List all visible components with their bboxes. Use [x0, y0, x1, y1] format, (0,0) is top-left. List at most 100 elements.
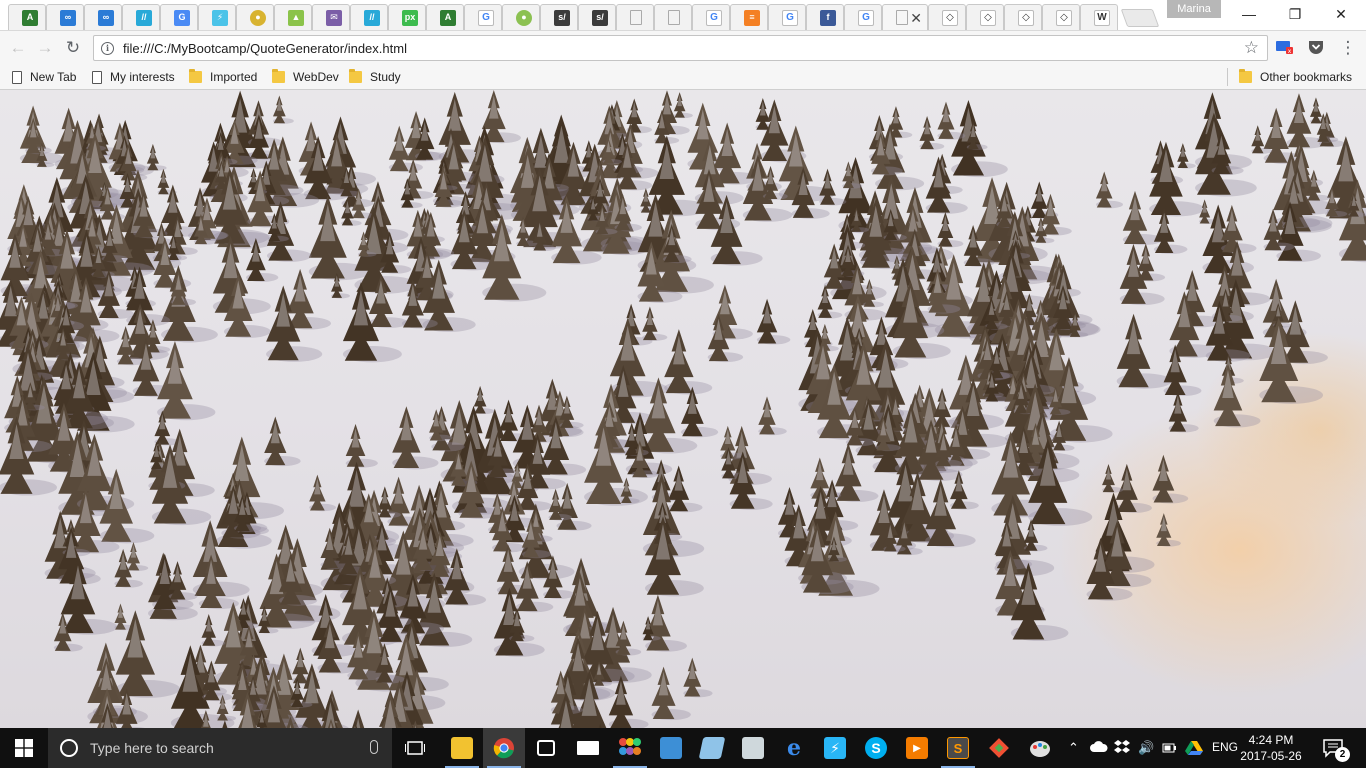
- facebook-icon: f: [820, 9, 836, 26]
- clock[interactable]: 4:24 PM 2017-05-26: [1236, 732, 1306, 764]
- browser-tab[interactable]: A: [426, 4, 464, 30]
- infinity-icon: ∞: [60, 9, 76, 26]
- search-placeholder: Type here to search: [90, 740, 214, 756]
- browser-tab[interactable]: ◇: [966, 4, 1004, 30]
- menu-button[interactable]: ⋮: [1337, 37, 1359, 59]
- reload-button[interactable]: ↻: [62, 37, 84, 59]
- tree-shape: [556, 482, 592, 531]
- url-text[interactable]: file:///C:/MyBootcamp/QuoteGenerator/ind…: [123, 41, 407, 56]
- tree-shape: [642, 473, 705, 558]
- browser-tab[interactable]: s/: [578, 4, 616, 30]
- close-window-button[interactable]: ✕: [1318, 0, 1364, 28]
- store-bag-icon: [537, 740, 555, 756]
- browser-tab[interactable]: //: [122, 4, 160, 30]
- browser-tab[interactable]: G: [160, 4, 198, 30]
- taskbar-app-paint[interactable]: [1019, 728, 1061, 768]
- browser-tab[interactable]: [654, 4, 692, 30]
- google-drive-icon[interactable]: [1185, 740, 1203, 756]
- taskbar-skype[interactable]: S: [855, 728, 897, 768]
- taskbar-app-preview[interactable]: [732, 728, 774, 768]
- image-preview-icon: [742, 737, 764, 759]
- browser-tab[interactable]: //: [350, 4, 388, 30]
- browser-tab[interactable]: ◇: [1004, 4, 1042, 30]
- browser-tab[interactable]: [616, 4, 654, 30]
- profile-name: Marina: [1177, 3, 1211, 15]
- taskbar-app-blue-card[interactable]: [650, 728, 692, 768]
- browser-tab[interactable]: ◇: [928, 4, 966, 30]
- browser-tab[interactable]: ≡: [730, 4, 768, 30]
- taskbar-sublime-text[interactable]: S: [937, 728, 979, 768]
- restore-button[interactable]: ❐: [1272, 0, 1318, 28]
- bookmark-star-icon[interactable]: ☆: [1244, 38, 1259, 58]
- tree-shape: [1152, 454, 1189, 504]
- taskbar-file-explorer[interactable]: [441, 728, 483, 768]
- taskbar-chrome[interactable]: [483, 728, 525, 768]
- browser-tab[interactable]: s/: [540, 4, 578, 30]
- close-icon: ✕: [1335, 5, 1347, 22]
- browser-tab[interactable]: px: [388, 4, 426, 30]
- new-tab-button[interactable]: [1120, 9, 1160, 27]
- taskbar-store[interactable]: [525, 728, 567, 768]
- chrome-icon: [493, 738, 514, 759]
- browser-tab[interactable]: ●: [236, 4, 274, 30]
- browser-tab[interactable]: G: [844, 4, 882, 30]
- taskbar-media-player[interactable]: ▶: [896, 728, 938, 768]
- browser-tab[interactable]: ◇: [1042, 4, 1080, 30]
- battery-icon[interactable]: [1162, 741, 1176, 755]
- pocket-icon[interactable]: [1307, 39, 1325, 55]
- tabs: A ∞ ∞ // G ⚡ ● ▲ ✉ // px A G ● s/s/G ≡ Gf G ✕ ◇ ◇ ◇ ◇ W: [8, 2, 1160, 30]
- tree-shape: [201, 614, 226, 647]
- browser-tab[interactable]: ▲: [274, 4, 312, 30]
- browser-tab[interactable]: ∞: [46, 4, 84, 30]
- profile-button[interactable]: Marina: [1167, 0, 1221, 18]
- git-diamond-icon: [989, 738, 1009, 758]
- forward-button[interactable]: →: [34, 37, 56, 59]
- edge-icon: e: [787, 735, 801, 761]
- task-view-button[interactable]: [394, 728, 436, 768]
- bookmark-my-interests[interactable]: My interests: [92, 68, 175, 86]
- tree-shape: [758, 396, 787, 436]
- taskbar-edge[interactable]: e: [773, 728, 815, 768]
- taskbar-mail[interactable]: [567, 728, 609, 768]
- close-tab-icon[interactable]: ✕: [910, 10, 922, 27]
- language-indicator[interactable]: ENG: [1212, 740, 1238, 754]
- taskbar-app-dots[interactable]: [609, 728, 651, 768]
- browser-tab[interactable]: G: [464, 4, 502, 30]
- bookmark-folder-webdev[interactable]: WebDev: [272, 68, 339, 86]
- bookmark-new-tab[interactable]: New Tab: [12, 68, 76, 86]
- bookmark-folder-study[interactable]: Study: [349, 68, 401, 86]
- extension-cast-icon[interactable]: x: [1276, 39, 1294, 55]
- google-icon: G: [782, 9, 798, 26]
- browser-tab[interactable]: ⚡: [198, 4, 236, 30]
- browser-tab[interactable]: f: [806, 4, 844, 30]
- microphone-icon[interactable]: [370, 740, 378, 754]
- script-icon: s/: [554, 9, 570, 26]
- taskbar-app-lightning[interactable]: ⚡: [814, 728, 856, 768]
- show-hidden-icons-chevron-icon[interactable]: ⌃: [1068, 740, 1079, 756]
- browser-tab[interactable]: G: [768, 4, 806, 30]
- stack-overflow-icon: ≡: [744, 9, 760, 26]
- browser-tab[interactable]: A: [8, 4, 46, 30]
- start-button[interactable]: [0, 728, 48, 768]
- volume-icon[interactable]: 🔊: [1138, 740, 1154, 756]
- taskbar-app-git[interactable]: [978, 728, 1020, 768]
- onedrive-cloud-icon[interactable]: [1090, 741, 1108, 753]
- other-bookmarks-folder[interactable]: Other bookmarks: [1239, 68, 1352, 86]
- browser-tab[interactable]: ∞: [84, 4, 122, 30]
- taskbar-app-notes[interactable]: [691, 728, 733, 768]
- dropbox-icon[interactable]: [1114, 739, 1130, 755]
- notification-count-badge: 2: [1335, 747, 1350, 762]
- browser-tab[interactable]: ✕: [882, 4, 928, 30]
- taskbar-search-box[interactable]: Type here to search: [48, 728, 392, 768]
- browser-tab[interactable]: G: [692, 4, 730, 30]
- address-bar[interactable]: i file:///C:/MyBootcamp/QuoteGenerator/i…: [93, 35, 1268, 61]
- back-button[interactable]: ←: [7, 37, 29, 59]
- bookmark-label: New Tab: [30, 70, 77, 84]
- bookmark-folder-imported[interactable]: Imported: [189, 68, 257, 86]
- browser-tab[interactable]: W: [1080, 4, 1118, 30]
- minimize-button[interactable]: —: [1226, 0, 1272, 28]
- info-icon[interactable]: i: [101, 41, 114, 55]
- google-icon: G: [858, 9, 874, 26]
- browser-tab[interactable]: ●: [502, 4, 540, 30]
- browser-tab[interactable]: ✉: [312, 4, 350, 30]
